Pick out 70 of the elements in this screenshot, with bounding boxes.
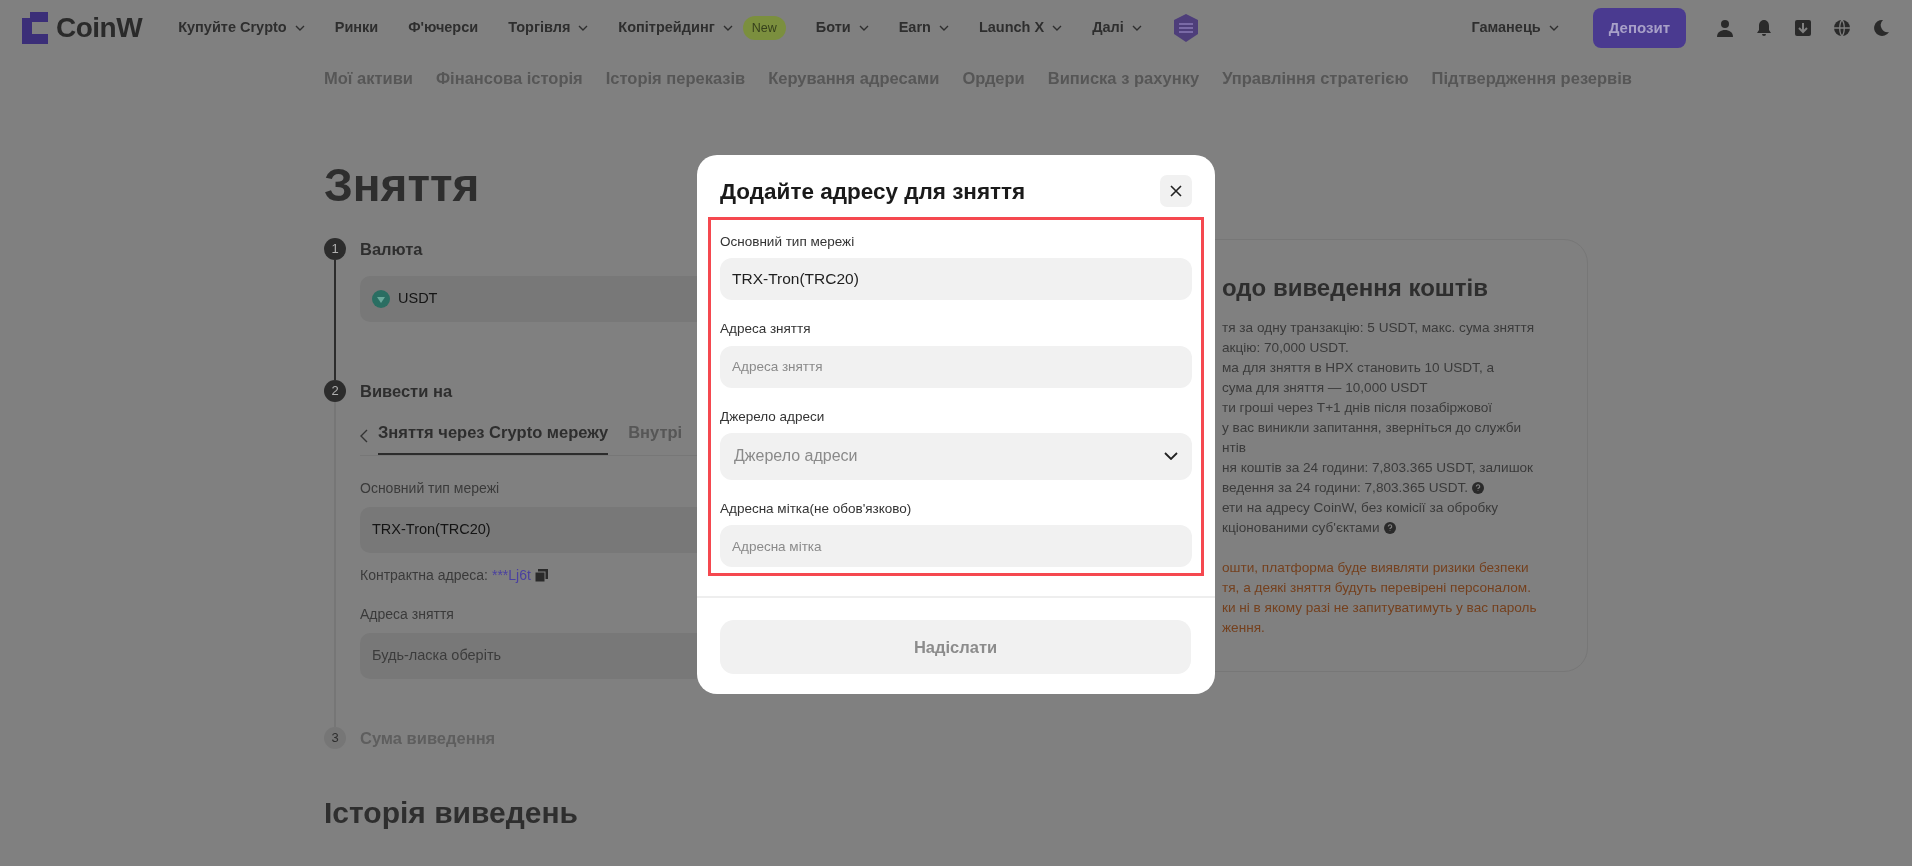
field-label: Адреса зняття (720, 320, 811, 339)
panel-title: одо виведення коштів (1222, 273, 1489, 304)
wallet-menu[interactable]: Гаманець (1471, 17, 1541, 39)
info-text: нтів (1222, 439, 1246, 458)
field-label: Адреса зняття (360, 604, 455, 624)
step-title: Валюта (360, 239, 423, 261)
chevron-down-icon (1164, 452, 1178, 461)
warning-text: тя, а деякі зняття будуть перевірені персоналом. (1222, 579, 1532, 598)
info-text: кціонованими суб'єктами (1222, 519, 1380, 538)
info-text: ведення за 24 години: 7,803.365 USDT. (1222, 479, 1469, 498)
contract-label: Контрактна адреса: (360, 565, 488, 585)
menu-item[interactable]: Ринки (334, 17, 379, 39)
field-label: Адресна мітка(не обов'язково) (720, 499, 912, 518)
info-text: акцію: 70,000 USDT. (1222, 339, 1349, 358)
input-field[interactable]: TRX-Tron(TRC20) (720, 258, 1192, 301)
chevron-left-icon[interactable] (360, 428, 368, 443)
input-field[interactable]: Адреса зняття (720, 345, 1192, 388)
close-icon (1170, 185, 1182, 197)
address-source-select[interactable]: Джерело адреси (720, 432, 1192, 480)
coin-icon (372, 290, 390, 309)
placeholder-text: Будь-ласка оберіть (372, 646, 502, 666)
info-text: ети на адресу CoinW, без комісії за обробку (1222, 499, 1499, 518)
emblem-drawing (1173, 14, 1198, 42)
menu-item[interactable]: Купуйте Crypto (178, 17, 287, 39)
network-value: TRX-Tron(TRC20) (372, 520, 491, 540)
menu-item[interactable]: Торгівля (508, 17, 571, 39)
logo-icon (22, 12, 48, 44)
menu-item[interactable]: Ф'ючерси (408, 17, 479, 39)
field-label: Основний тип мережі (360, 478, 501, 498)
menu-item[interactable]: Далі (1092, 17, 1124, 39)
contract-address-link[interactable]: ***Lj6t (491, 564, 531, 586)
deposit-button[interactable]: Депозит (1592, 7, 1686, 49)
menu-item[interactable]: Earn (898, 17, 931, 39)
step-title: Вивести на (360, 381, 453, 403)
menu-item[interactable]: Launch X (978, 17, 1045, 39)
info-text: ма для зняття в HPX становить 10 USDT, а (1222, 359, 1494, 378)
info-text: ня коштів за 24 години: 7,803.365 USDT, залишок (1222, 459, 1534, 478)
modal-title: Додайте адресу для зняття (720, 177, 1026, 205)
step-number: 3 (324, 726, 346, 749)
warning-text: ки ні в якому разі не запитуватимуть у вас пароль (1222, 599, 1538, 618)
info-text: ти гроші через T+1 днів після позабіржової (1222, 399, 1493, 418)
info-text: сума для зняття — 10,000 USDT (1222, 379, 1428, 398)
currency-value: USDT (398, 289, 438, 309)
withdraw-tab[interactable]: Зняття через Crypto мережу (378, 420, 609, 455)
step-number: 1 (324, 238, 346, 261)
logo-text: CoinW (56, 11, 143, 45)
user-icon[interactable] (1716, 19, 1734, 37)
help-icon[interactable] (1472, 482, 1485, 495)
emblem-drawing[interactable] (1171, 13, 1200, 43)
download-icon[interactable] (1794, 19, 1812, 37)
section-title: Історія виведень (324, 794, 580, 831)
help-icon[interactable] (1383, 522, 1396, 535)
warning-text: ошти, платформа буде виявляти ризики безпеки (1222, 559, 1530, 578)
bell-icon[interactable] (1755, 19, 1773, 37)
copy-icon[interactable] (534, 568, 548, 582)
input-field[interactable]: Адресна мітка (720, 525, 1192, 567)
menu-item[interactable]: Копітрейдинг (618, 17, 715, 39)
info-text: тя за одну транзакцію: 5 USDT, макс. сума зняття (1222, 319, 1535, 338)
new-badge: New (742, 15, 786, 41)
field-label: Основний тип мережі (720, 233, 855, 251)
info-text: у вас виникли запитання, зверніться до служби (1222, 419, 1522, 438)
page-title: Зняття (324, 158, 480, 213)
select-placeholder: Джерело адреси (734, 446, 858, 467)
step-number: 2 (324, 380, 346, 403)
close-button[interactable] (1160, 175, 1192, 207)
moon-icon[interactable] (1872, 19, 1890, 37)
field-label: Джерело адреси (720, 407, 825, 426)
menu-item[interactable]: Боти (815, 17, 851, 39)
globe-icon[interactable] (1833, 19, 1851, 37)
warning-text: ження. (1222, 619, 1266, 638)
